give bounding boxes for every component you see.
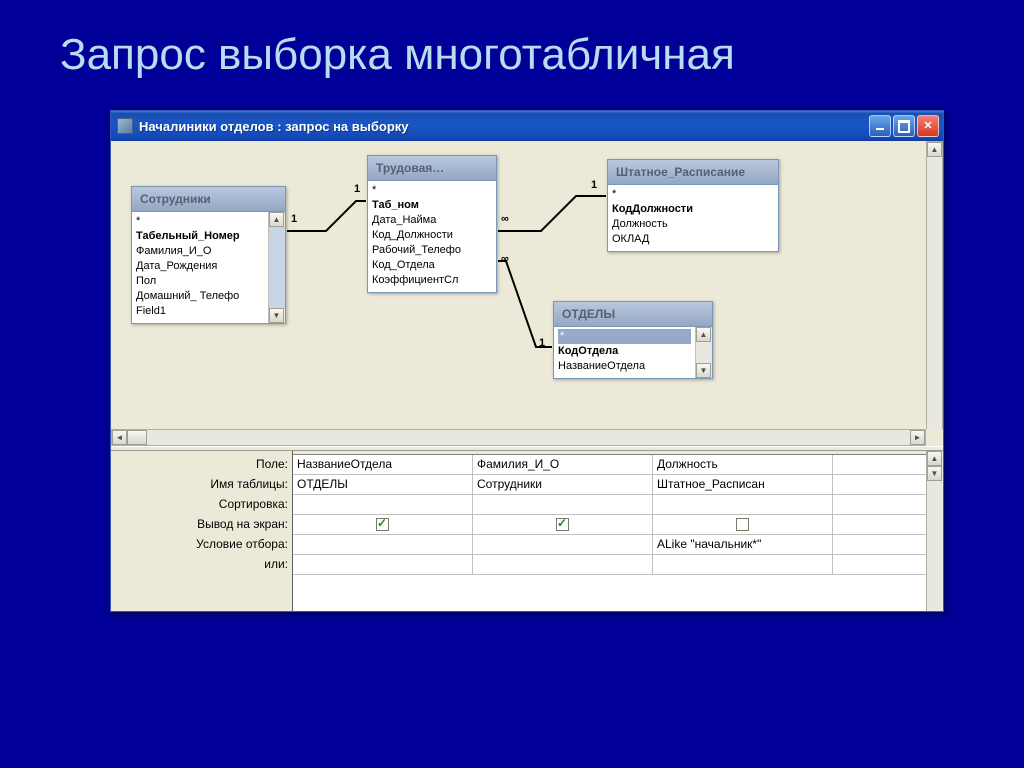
table-fields[interactable]: * КодОтдела НазваниеОтдела [554, 327, 695, 378]
table-header[interactable]: Трудовая… [368, 156, 496, 181]
cell-show[interactable] [653, 515, 833, 534]
cell-table[interactable]: Сотрудники [473, 475, 653, 494]
diagram-hscrollbar[interactable]: ◄ ► [111, 429, 926, 446]
scroll-thumb[interactable] [127, 430, 147, 445]
scroll-up-icon[interactable]: ▲ [696, 327, 711, 342]
grid-row-labels: Поле: Имя таблицы: Сортировка: Вывод на … [111, 451, 293, 611]
minimize-button[interactable] [869, 115, 891, 137]
cell-sort[interactable] [473, 495, 653, 514]
grid-body[interactable]: НазваниеОтдела Фамилия_И_О Должность ОТД… [293, 451, 926, 611]
cardinality-label: ∞ [501, 213, 509, 225]
field-scrollbar[interactable]: ▲ ▼ [268, 212, 285, 323]
scroll-up-icon[interactable]: ▲ [269, 212, 284, 227]
table-employees[interactable]: Сотрудники * Табельный_Номер Фамилия_И_О… [131, 186, 286, 324]
scroll-right-icon[interactable]: ► [910, 430, 925, 445]
maximize-button[interactable] [893, 115, 915, 137]
scroll-down-icon[interactable]: ▼ [927, 466, 942, 481]
cell-table[interactable]: ОТДЕЛЫ [293, 475, 473, 494]
cardinality-label: 1 [354, 183, 360, 195]
cell-or[interactable] [653, 555, 833, 574]
close-button[interactable] [917, 115, 939, 137]
table-fields[interactable]: * КодДолжности Должность ОКЛАД [608, 185, 778, 251]
show-checkbox[interactable] [736, 518, 749, 531]
scroll-left-icon[interactable]: ◄ [112, 430, 127, 445]
table-fields[interactable]: * Табельный_Номер Фамилия_И_О Дата_Рожде… [132, 212, 268, 323]
relationship-diagram[interactable]: Сотрудники * Табельный_Номер Фамилия_И_О… [111, 141, 943, 446]
table-header[interactable]: Штатное_Расписание [608, 160, 778, 185]
table-header[interactable]: Сотрудники [132, 187, 285, 212]
window-title: Началиники отделов : запрос на выборку [139, 119, 869, 134]
scroll-down-icon[interactable]: ▼ [696, 363, 711, 378]
scroll-down-icon[interactable]: ▼ [269, 308, 284, 323]
app-icon [117, 118, 133, 134]
cell-or[interactable] [293, 555, 473, 574]
label-or: или: [111, 555, 292, 575]
cell-field[interactable]: Фамилия_И_О [473, 455, 653, 474]
grid-vscrollbar[interactable]: ▲ ▼ [926, 451, 943, 611]
cell-criteria[interactable] [473, 535, 653, 554]
titlebar[interactable]: Началиники отделов : запрос на выборку [111, 111, 943, 141]
cell-field[interactable]: Должность [653, 455, 833, 474]
show-checkbox[interactable] [376, 518, 389, 531]
table-header[interactable]: ОТДЕЛЫ [554, 302, 712, 327]
label-criteria: Условие отбора: [111, 535, 292, 555]
label-sort: Сортировка: [111, 495, 292, 515]
diagram-vscrollbar[interactable]: ▲ ▼ [926, 141, 943, 446]
show-checkbox[interactable] [556, 518, 569, 531]
cardinality-label: 1 [291, 213, 297, 225]
query-design-window: Началиники отделов : запрос на выборку С… [110, 110, 944, 612]
cell-show[interactable] [293, 515, 473, 534]
label-field: Поле: [111, 455, 292, 475]
cell-criteria[interactable] [293, 535, 473, 554]
field-scrollbar[interactable]: ▲ ▼ [695, 327, 712, 378]
cell-sort[interactable] [293, 495, 473, 514]
query-grid: Поле: Имя таблицы: Сортировка: Вывод на … [111, 451, 943, 611]
label-table: Имя таблицы: [111, 475, 292, 495]
cardinality-label: 1 [591, 179, 597, 191]
cell-sort[interactable] [653, 495, 833, 514]
cell-table[interactable]: Штатное_Расписан [653, 475, 833, 494]
cell-field[interactable]: НазваниеОтдела [293, 455, 473, 474]
scroll-up-icon[interactable]: ▲ [927, 451, 942, 466]
cell-or[interactable] [473, 555, 653, 574]
label-show: Вывод на экран: [111, 515, 292, 535]
cell-criteria[interactable]: ALike "начальник*" [653, 535, 833, 554]
slide-title: Запрос выборка многотабличная [0, 0, 1024, 100]
scroll-corner [926, 429, 943, 446]
table-departments[interactable]: ОТДЕЛЫ * КодОтдела НазваниеОтдела ▲ ▼ [553, 301, 713, 379]
scroll-up-icon[interactable]: ▲ [927, 142, 942, 157]
table-staffing[interactable]: Штатное_Расписание * КодДолжности Должно… [607, 159, 779, 252]
table-labor[interactable]: Трудовая… * Таб_ном Дата_Найма Код_Должн… [367, 155, 497, 293]
cardinality-label: 1 [539, 337, 545, 349]
cell-show[interactable] [473, 515, 653, 534]
cardinality-label: ∞ [501, 253, 509, 265]
table-fields[interactable]: * Таб_ном Дата_Найма Код_Должности Рабоч… [368, 181, 496, 292]
